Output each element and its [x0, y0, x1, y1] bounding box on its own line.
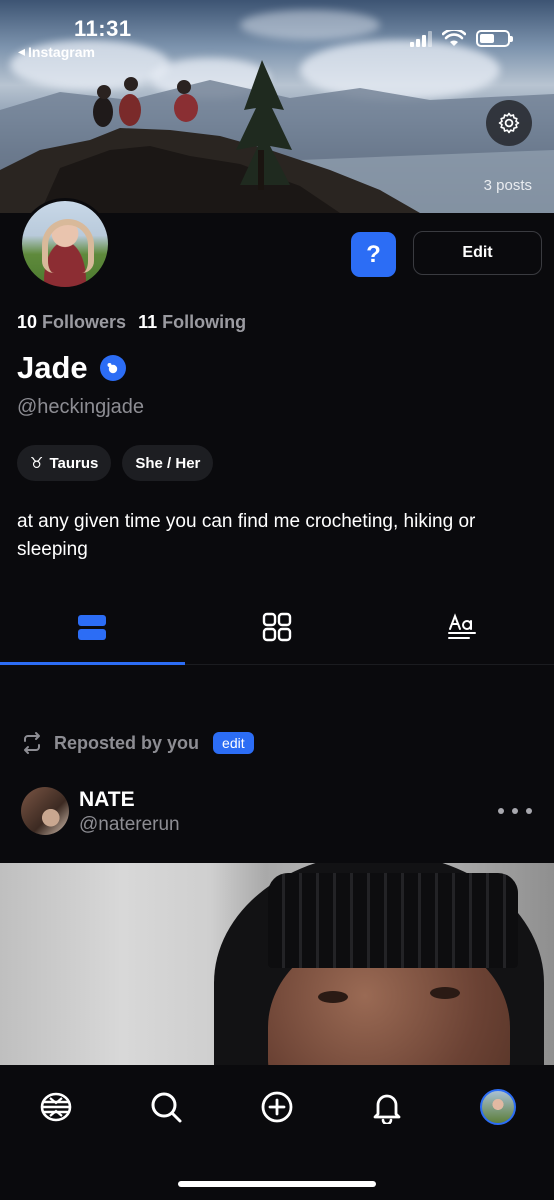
back-to-app-label: Instagram: [28, 43, 95, 60]
author-name[interactable]: NATE: [79, 788, 135, 812]
nav-create[interactable]: [257, 1087, 297, 1127]
help-button[interactable]: ?: [351, 232, 396, 277]
profile-name-row: Jade: [17, 350, 126, 386]
more-options-icon[interactable]: [494, 800, 536, 822]
home-indicator: [178, 1181, 376, 1187]
follow-stats: 10 Followers 11 Following: [17, 312, 246, 333]
edit-profile-button[interactable]: Edit: [413, 231, 542, 275]
zodiac-chip[interactable]: ♉ Taurus: [17, 445, 112, 481]
wifi-icon: [442, 30, 466, 46]
zodiac-chip-label: Taurus: [49, 454, 99, 472]
tab-grid[interactable]: [185, 590, 370, 664]
nav-profile[interactable]: [478, 1087, 518, 1127]
profile-name: Jade: [17, 350, 88, 385]
search-icon: [151, 1092, 182, 1123]
status-icons: [410, 30, 513, 47]
text-posts-icon: [447, 613, 476, 639]
repost-label: Reposted by you: [54, 732, 200, 753]
profile-cover-image: 11:31 ◂ Instagram 3 posts: [0, 0, 554, 213]
posts-list-icon: [78, 615, 107, 640]
profile-bio: at any given time you can find me croche…: [17, 511, 476, 560]
nav-home[interactable]: [36, 1087, 76, 1127]
author-handle[interactable]: @natererun: [79, 814, 180, 836]
battery-icon: [476, 30, 513, 47]
profile-tabs: [0, 590, 554, 665]
settings-button[interactable]: [486, 100, 532, 146]
cellular-signal-icon: [410, 30, 432, 47]
following-count: 11: [138, 312, 158, 332]
post-image[interactable]: [0, 863, 554, 1065]
followers-count: 10: [17, 312, 38, 332]
nav-notifications[interactable]: [367, 1087, 407, 1127]
taurus-icon: ♉: [30, 455, 44, 472]
status-time: 11:31: [74, 16, 132, 41]
create-post-icon: [261, 1091, 293, 1123]
gear-icon: [498, 112, 520, 134]
nav-search[interactable]: [146, 1087, 186, 1127]
following-label: Following: [162, 312, 247, 332]
followers-link[interactable]: 10 Followers: [17, 312, 126, 333]
back-to-instagram-link[interactable]: ◂ Instagram: [18, 43, 95, 60]
profile-avatar[interactable]: [19, 198, 111, 290]
repost-edit-button[interactable]: edit: [213, 732, 254, 754]
grid-icon: [262, 612, 292, 642]
notifications-bell-icon: [373, 1094, 401, 1124]
repost-icon: [24, 732, 40, 754]
profile-avatar-icon: [480, 1089, 516, 1125]
back-arrow-icon: ◂: [18, 43, 26, 59]
posts-count: 3 posts: [483, 177, 532, 194]
home-logo-icon: [40, 1092, 72, 1122]
author-avatar[interactable]: [21, 787, 69, 835]
tab-posts[interactable]: [0, 590, 185, 665]
repost-indicator: Reposted by you edit: [20, 731, 254, 755]
tab-text-posts[interactable]: [369, 590, 554, 664]
followers-label: Followers: [42, 312, 127, 332]
following-link[interactable]: 11 Following: [138, 312, 246, 333]
verified-badge-icon[interactable]: [99, 355, 126, 381]
pronouns-chip-label: She / Her: [135, 454, 201, 472]
profile-chips: ♉ Taurus She / Her: [17, 445, 214, 481]
profile-handle: @heckingjade: [17, 396, 145, 418]
pronouns-chip[interactable]: She / Her: [122, 445, 214, 481]
bottom-navigation: [0, 1065, 554, 1200]
